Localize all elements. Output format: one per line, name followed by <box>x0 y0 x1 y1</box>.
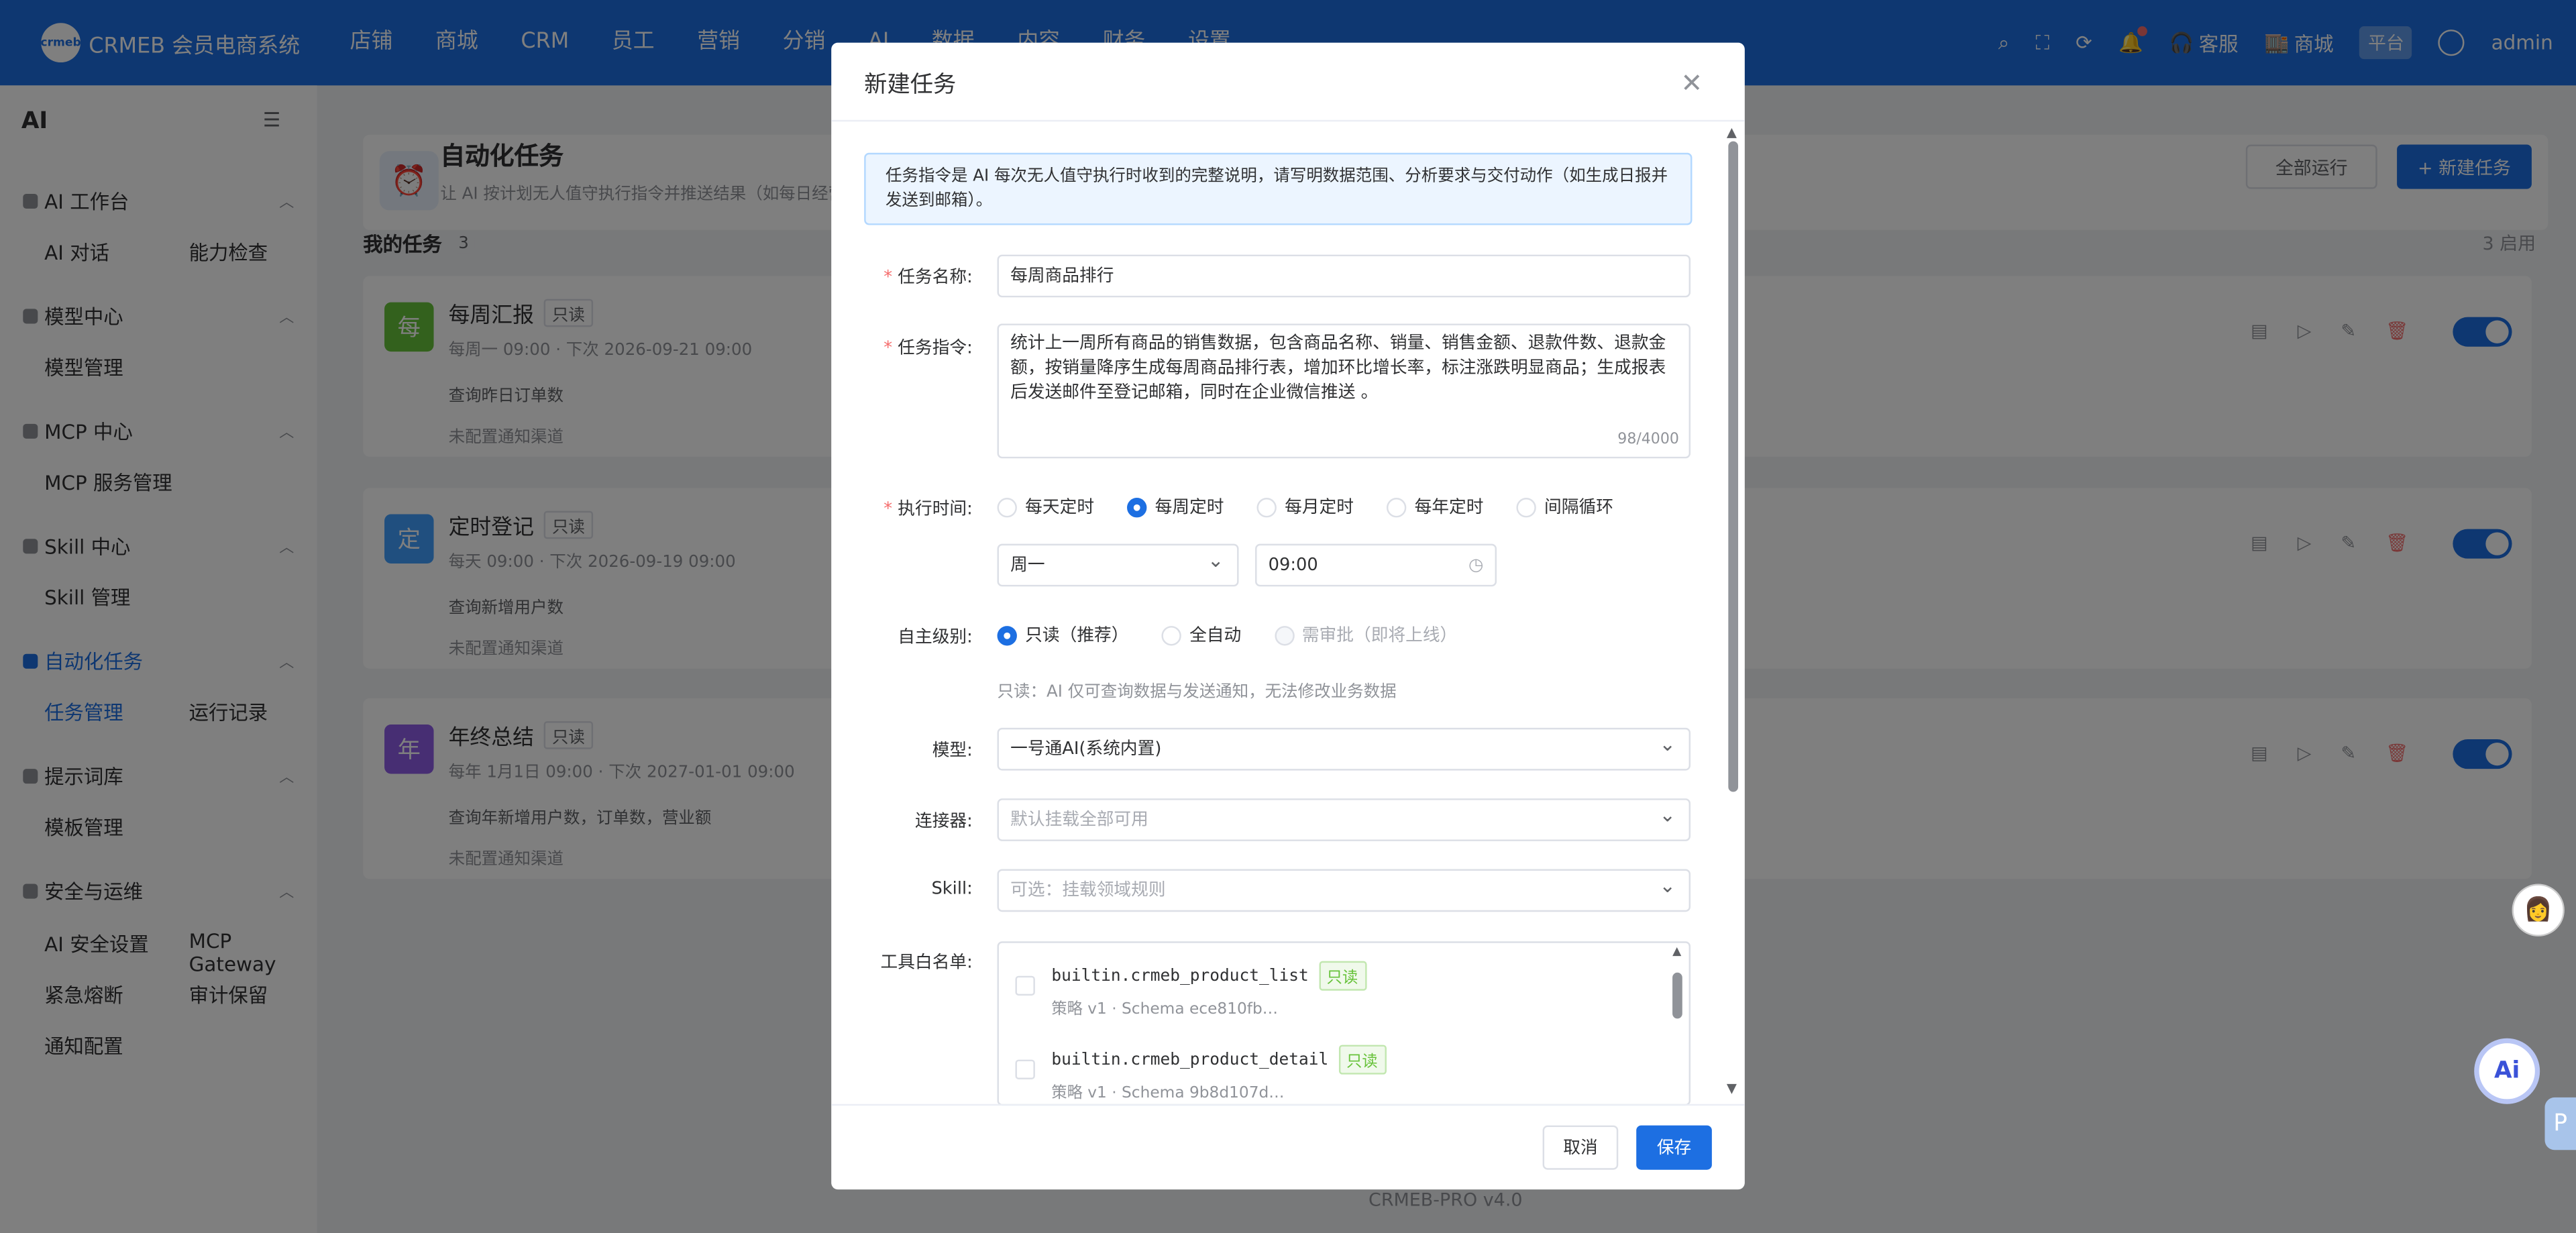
time-picker[interactable]: 09:00 ◷ <box>1255 543 1497 587</box>
ai-assistant-icon[interactable]: Ai <box>2474 1038 2540 1104</box>
connector-label: 连接器: <box>914 811 973 832</box>
tool-item[interactable]: builtin.crmeb_product_detail 只读策略 v1 · Sc… <box>1015 1036 1656 1104</box>
assistant-avatar-icon[interactable]: 👩 <box>2512 883 2565 936</box>
radio-dot <box>1274 625 1294 645</box>
exec-time-radio[interactable]: 每月定时 <box>1256 494 1354 519</box>
exec-time-label: 执行时间: <box>864 496 973 521</box>
readonly-tag: 只读 <box>1338 1044 1386 1075</box>
exec-time-radio[interactable]: 每天定时 <box>997 494 1094 519</box>
clock-icon: ◷ <box>1468 555 1484 576</box>
task-command-textarea[interactable]: 统计上一周所有商品的销售数据，包含商品名称、销量、销售金额、退款件数、退款金额，… <box>997 323 1691 459</box>
tool-meta: 策略 v1 · Schema ece810fb… <box>1051 1000 1279 1019</box>
dialog-scrollbar[interactable] <box>1728 141 1739 792</box>
tool-name: builtin.crmeb_product_list <box>1051 967 1309 985</box>
connector-select[interactable]: 默认挂载全部可用 <box>997 795 1691 841</box>
radio-dot <box>1256 496 1277 517</box>
radio-dot <box>997 625 1017 645</box>
tool-item[interactable]: builtin.crmeb_product_list 只读策略 v1 · Sche… <box>1015 953 1656 1025</box>
autonomy-label: 自主级别: <box>898 627 973 647</box>
autonomy-hint: 只读：AI 仅可查询数据与发送通知，无法修改业务数据 <box>997 683 1397 702</box>
command-text: 统计上一周所有商品的销售数据，包含商品名称、销量、销售金额、退款件数、退款金额，… <box>1010 333 1666 403</box>
tool-name: builtin.crmeb_product_detail <box>1051 1051 1329 1069</box>
weekday-select[interactable]: 周一 <box>997 541 1239 587</box>
tool-checkbox[interactable] <box>1015 975 1035 996</box>
tool-meta: 策略 v1 · Schema 9b8d107d… <box>1051 1084 1285 1103</box>
autonomy-radio: 需审批（即将上线） <box>1274 623 1457 647</box>
exec-time-radio[interactable]: 每周定时 <box>1127 494 1224 519</box>
skill-label: Skill: <box>931 879 973 899</box>
cancel-button[interactable]: 取消 <box>1542 1125 1619 1170</box>
tool-whitelist-label: 工具白名单: <box>880 953 973 973</box>
footer-divider <box>831 1104 1745 1106</box>
readonly-tag: 只读 <box>1318 961 1366 991</box>
task-command-label: 任务指令: <box>864 335 973 360</box>
exec-time-radio[interactable]: 每年定时 <box>1386 494 1483 519</box>
dialog-title: 新建任务 <box>864 72 957 99</box>
radio-dot <box>997 496 1017 517</box>
new-task-dialog: 新建任务 ✕ ▲ ▼ 任务指令是 AI 每次无人值守执行时收到的完整说明，请写明… <box>831 42 1745 1190</box>
tool-checkbox[interactable] <box>1015 1059 1035 1079</box>
list-scroll-up-arrow[interactable]: ▲ <box>1672 945 1681 958</box>
radio-dot <box>1386 496 1407 517</box>
task-name-input[interactable]: 每周商品排行 <box>997 254 1691 298</box>
skill-select[interactable]: 可选：挂载领域规则 <box>997 866 1691 912</box>
radio-dot <box>1516 496 1536 517</box>
scroll-up-arrow[interactable]: ▲ <box>1727 125 1737 140</box>
autonomy-radio-group: 只读（推荐） 全自动 需审批（即将上线） <box>997 623 1457 647</box>
autonomy-radio[interactable]: 只读（推荐） <box>997 623 1128 647</box>
task-name-label: 任务名称: <box>864 264 973 289</box>
autonomy-radio[interactable]: 全自动 <box>1161 623 1241 647</box>
radio-dot <box>1161 625 1181 645</box>
model-label: 模型: <box>932 741 973 761</box>
char-count: 98/4000 <box>1617 432 1679 449</box>
save-button[interactable]: 保存 <box>1636 1125 1712 1170</box>
exec-time-radio[interactable]: 间隔循环 <box>1516 494 1613 519</box>
model-select[interactable]: 一号通AI(系统内置) <box>997 725 1691 771</box>
tool-whitelist-list[interactable]: ▲ builtin.crmeb_product_list 只读 策略 v1 · Sc… <box>997 941 1691 1106</box>
side-tab-icon[interactable]: P <box>2544 1097 2576 1150</box>
divider <box>831 119 1745 122</box>
radio-dot <box>1127 496 1147 517</box>
close-icon[interactable]: ✕ <box>1680 67 1703 99</box>
list-scrollbar[interactable] <box>1672 972 1682 1019</box>
exec-time-radio-group: 每天定时 每周定时 每月定时 每年定时 间隔循环 <box>997 494 1613 519</box>
scroll-down-arrow[interactable]: ▼ <box>1727 1081 1737 1095</box>
info-tip: 任务指令是 AI 每次无人值守执行时收到的完整说明，请写明数据范围、分析要求与交… <box>864 152 1693 225</box>
